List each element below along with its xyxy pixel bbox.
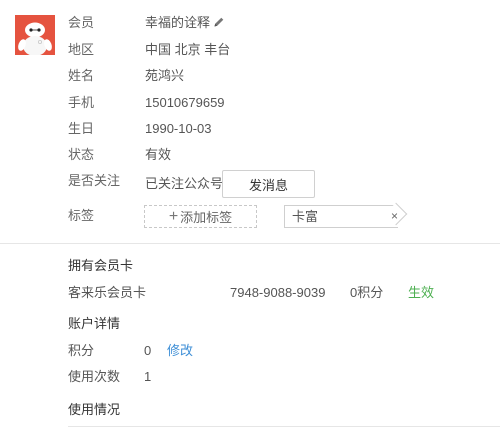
member-card-points: 0积分 bbox=[350, 285, 384, 300]
edit-points-link[interactable]: 修改 bbox=[167, 343, 193, 359]
member-nickname-row: 幸福的诠释 bbox=[145, 15, 225, 32]
status-label: 状态 bbox=[68, 147, 95, 162]
status-value: 有效 bbox=[145, 147, 172, 162]
name-label: 姓名 bbox=[68, 68, 95, 83]
member-card-name: 客来乐会员卡 bbox=[68, 285, 147, 300]
phone-value: 15010679659 bbox=[145, 95, 225, 110]
usage-title: 使用情况 bbox=[68, 402, 121, 417]
birthday-value: 1990-10-03 bbox=[145, 121, 212, 136]
pencil-icon[interactable] bbox=[213, 16, 225, 32]
baymax-avatar-icon bbox=[15, 15, 55, 55]
tag-label: 标签 bbox=[68, 208, 95, 223]
avatar bbox=[15, 15, 55, 55]
usage-count-value: 1 bbox=[144, 369, 152, 384]
follow-value: 已关注公众号 bbox=[145, 176, 224, 191]
region-label: 地区 bbox=[68, 42, 95, 57]
plus-icon: + bbox=[168, 207, 179, 225]
add-tag-button[interactable]: + 添加标签 bbox=[144, 205, 257, 228]
member-label: 会员 bbox=[68, 15, 95, 30]
follow-label: 是否关注 bbox=[68, 173, 121, 188]
region-value: 中国 北京 丰台 bbox=[145, 42, 231, 57]
section-divider bbox=[0, 243, 500, 244]
send-message-button[interactable]: 发消息 bbox=[222, 170, 315, 198]
member-card-number: 7948-9088-9039 bbox=[230, 285, 326, 300]
add-tag-label: 添加标签 bbox=[180, 210, 233, 225]
name-value: 苑鸿兴 bbox=[145, 68, 185, 83]
points-label: 积分 bbox=[68, 343, 95, 358]
member-nickname: 幸福的诠释 bbox=[145, 15, 211, 30]
usage-divider bbox=[68, 426, 500, 427]
points-value: 0 bbox=[144, 343, 152, 358]
member-card-status: 生效 bbox=[408, 285, 435, 300]
usage-count-label: 使用次数 bbox=[68, 369, 121, 384]
member-card-title: 拥有会员卡 bbox=[68, 258, 134, 273]
close-icon[interactable]: × bbox=[391, 210, 398, 223]
birthday-label: 生日 bbox=[68, 121, 95, 136]
phone-label: 手机 bbox=[68, 95, 95, 110]
tag-chip-label: 卡富 bbox=[292, 209, 319, 224]
account-details-title: 账户详情 bbox=[68, 316, 121, 331]
